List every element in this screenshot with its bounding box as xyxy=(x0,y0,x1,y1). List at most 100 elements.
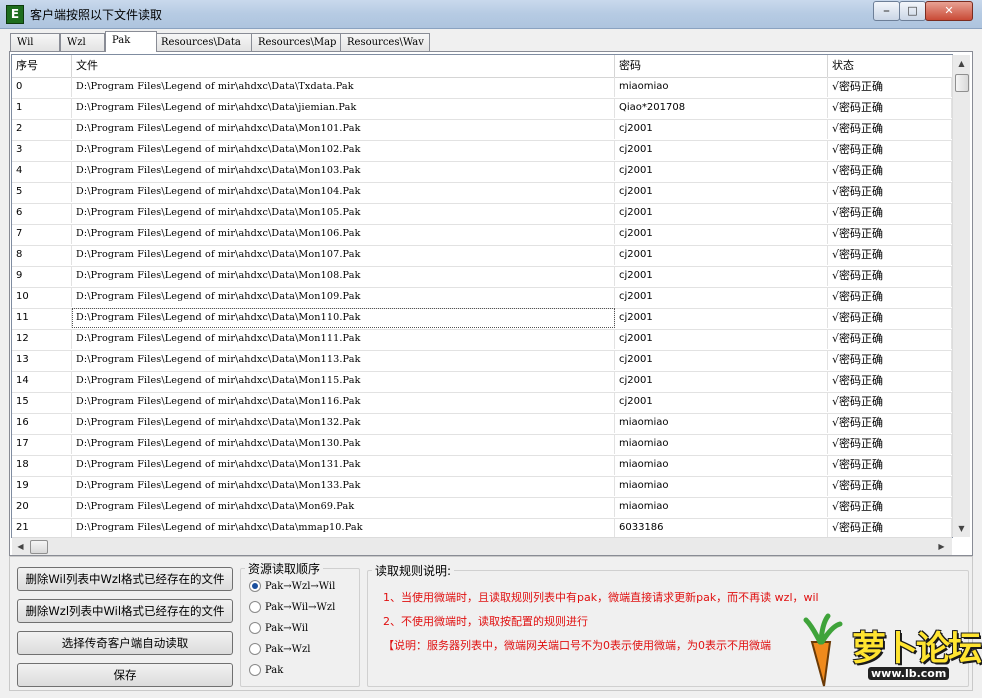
row-status: √密码正确 xyxy=(828,413,952,433)
row-file-path: D:\Program Files\Legend of mir\ahdxc\Dat… xyxy=(72,266,615,286)
table-row[interactable]: 5 D:\Program Files\Legend of mir\ahdxc\Da… xyxy=(12,182,952,204)
scroll-right-icon[interactable]: ▶ xyxy=(933,538,950,555)
table-row[interactable]: 9 D:\Program Files\Legend of mir\ahdxc\Da… xyxy=(12,266,952,288)
tab-resources-map[interactable]: Resources\Map xyxy=(251,33,342,51)
row-index: 10 xyxy=(12,287,72,307)
watermark-url: www.lb.com xyxy=(868,667,950,680)
read-order-radio[interactable]: Pak xyxy=(249,663,283,678)
scroll-left-icon[interactable]: ◀ xyxy=(12,538,29,555)
row-file-path: D:\Program Files\Legend of mir\ahdxc\Dat… xyxy=(72,182,615,202)
row-index: 1 xyxy=(12,98,72,118)
read-order-radio[interactable]: Pak→Wzl xyxy=(249,642,310,657)
vertical-scroll-thumb[interactable] xyxy=(955,74,969,92)
file-table[interactable]: 序号 文件 密码 状态 0 D:\Program Files\Legend of … xyxy=(11,54,953,538)
row-status: √密码正确 xyxy=(828,161,952,181)
column-header-status[interactable]: 状态 xyxy=(828,55,952,77)
horizontal-scroll-thumb[interactable] xyxy=(30,540,48,554)
row-file-path: D:\Program Files\Legend of mir\ahdxc\Dat… xyxy=(72,287,615,307)
row-password: miaomiao xyxy=(615,455,828,475)
radio-dot-icon[interactable] xyxy=(249,579,261,592)
row-file-path: D:\Program Files\Legend of mir\ahdxc\Dat… xyxy=(72,476,615,496)
table-row[interactable]: 16 D:\Program Files\Legend of mir\ahdxc\D… xyxy=(12,413,952,435)
radio-dot-icon[interactable] xyxy=(249,663,261,676)
radio-label: Pak→Wil→Wzl xyxy=(265,602,336,613)
table-row[interactable]: 6 D:\Program Files\Legend of mir\ahdxc\Da… xyxy=(12,203,952,225)
maximize-button[interactable]: □ xyxy=(899,1,926,21)
table-row[interactable]: 19 D:\Program Files\Legend of mir\ahdxc\D… xyxy=(12,476,952,498)
table-row[interactable]: 1 D:\Program Files\Legend of mir\ahdxc\Da… xyxy=(12,98,952,120)
table-row[interactable]: 0 D:\Program Files\Legend of mir\ahdxc\Da… xyxy=(12,77,952,99)
scroll-down-icon[interactable]: ▼ xyxy=(953,520,970,537)
row-file-path: D:\Program Files\Legend of mir\ahdxc\Dat… xyxy=(72,413,615,433)
row-index: 3 xyxy=(12,140,72,160)
save-button[interactable]: 保存 xyxy=(17,663,233,687)
row-password: cj2001 xyxy=(615,161,828,181)
row-index: 13 xyxy=(12,350,72,370)
close-button[interactable]: ✕ xyxy=(925,1,973,21)
row-file-path: D:\Program Files\Legend of mir\ahdxc\Dat… xyxy=(72,98,615,118)
title-bar: E 客户端按照以下文件读取 ⎯ □ ✕ xyxy=(0,0,982,29)
minimize-button[interactable]: ⎯ xyxy=(873,1,900,21)
table-row[interactable]: 4 D:\Program Files\Legend of mir\ahdxc\Da… xyxy=(12,161,952,183)
read-order-radio[interactable]: Pak→Wzl→Wil xyxy=(249,579,335,594)
row-index: 8 xyxy=(12,245,72,265)
row-index: 15 xyxy=(12,392,72,412)
row-password: cj2001 xyxy=(615,266,828,286)
rule-line-2: 2、不使用微端时，读取按配置的规则进行 xyxy=(383,615,588,628)
window-title: 客户端按照以下文件读取 xyxy=(30,8,163,22)
table-row[interactable]: 2 D:\Program Files\Legend of mir\ahdxc\Da… xyxy=(12,119,952,141)
table-row[interactable]: 10 D:\Program Files\Legend of mir\ahdxc\D… xyxy=(12,287,952,309)
row-index: 6 xyxy=(12,203,72,223)
radio-dot-icon[interactable] xyxy=(249,600,261,613)
tab-pak[interactable]: Pak xyxy=(105,31,157,52)
auto-read-client-button[interactable]: 选择传奇客户端自动读取 xyxy=(17,631,233,655)
table-row[interactable]: 21 D:\Program Files\Legend of mir\ahdxc\D… xyxy=(12,518,952,537)
watermark-text: 萝卜论坛 xyxy=(852,629,982,669)
column-header-file[interactable]: 文件 xyxy=(72,55,615,77)
table-row[interactable]: 13 D:\Program Files\Legend of mir\ahdxc\D… xyxy=(12,350,952,372)
tab-content-panel: 序号 文件 密码 状态 0 D:\Program Files\Legend of … xyxy=(9,51,973,556)
horizontal-scrollbar[interactable]: ◀ ▶ xyxy=(12,537,952,555)
row-password: miaomiao xyxy=(615,434,828,454)
tab-wil[interactable]: Wil xyxy=(10,33,60,51)
delete-wzl-in-wil-button[interactable]: 删除Wil列表中Wzl格式已经存在的文件 xyxy=(17,567,233,591)
row-password: cj2001 xyxy=(615,245,828,265)
table-row[interactable]: 17 D:\Program Files\Legend of mir\ahdxc\D… xyxy=(12,434,952,456)
row-index: 0 xyxy=(12,77,72,97)
row-status: √密码正确 xyxy=(828,182,952,202)
row-status: √密码正确 xyxy=(828,224,952,244)
table-row[interactable]: 7 D:\Program Files\Legend of mir\ahdxc\Da… xyxy=(12,224,952,246)
table-row[interactable]: 18 D:\Program Files\Legend of mir\ahdxc\D… xyxy=(12,455,952,477)
rule-line-1: 1、当使用微端时，且读取规则列表中有pak，微端直接请求更新pak，而不再读 w… xyxy=(383,591,819,604)
row-status: √密码正确 xyxy=(828,518,952,537)
row-password: cj2001 xyxy=(615,182,828,202)
row-password: cj2001 xyxy=(615,350,828,370)
scroll-up-icon[interactable]: ▲ xyxy=(953,55,970,72)
table-row[interactable]: 8 D:\Program Files\Legend of mir\ahdxc\Da… xyxy=(12,245,952,267)
column-header-index[interactable]: 序号 xyxy=(12,55,72,77)
vertical-scrollbar[interactable]: ▲ ▼ xyxy=(952,55,970,537)
radio-dot-icon[interactable] xyxy=(249,621,261,634)
row-status: √密码正确 xyxy=(828,476,952,496)
row-password: cj2001 xyxy=(615,119,828,139)
row-index: 14 xyxy=(12,371,72,391)
tab-resources-wav[interactable]: Resources\Wav xyxy=(340,33,430,51)
table-row[interactable]: 11 D:\Program Files\Legend of mir\ahdxc\D… xyxy=(12,308,952,330)
row-index: 21 xyxy=(12,518,72,537)
table-row[interactable]: 15 D:\Program Files\Legend of mir\ahdxc\D… xyxy=(12,392,952,414)
delete-wil-in-wzl-button[interactable]: 删除Wzl列表中Wil格式已经存在的文件 xyxy=(17,599,233,623)
table-row[interactable]: 12 D:\Program Files\Legend of mir\ahdxc\D… xyxy=(12,329,952,351)
row-file-path: D:\Program Files\Legend of mir\ahdxc\Dat… xyxy=(72,245,615,265)
table-row[interactable]: 3 D:\Program Files\Legend of mir\ahdxc\Da… xyxy=(12,140,952,162)
column-header-password[interactable]: 密码 xyxy=(615,55,828,77)
tab-resources-data[interactable]: Resources\Data xyxy=(154,33,252,51)
read-order-radio[interactable]: Pak→Wil xyxy=(249,621,308,636)
radio-dot-icon[interactable] xyxy=(249,642,261,655)
tab-wzl[interactable]: Wzl xyxy=(60,33,105,51)
row-file-path: D:\Program Files\Legend of mir\ahdxc\Dat… xyxy=(72,497,615,517)
row-status: √密码正确 xyxy=(828,203,952,223)
read-order-radio[interactable]: Pak→Wil→Wzl xyxy=(249,600,336,615)
row-file-path: D:\Program Files\Legend of mir\ahdxc\Dat… xyxy=(72,308,615,328)
table-row[interactable]: 14 D:\Program Files\Legend of mir\ahdxc\D… xyxy=(12,371,952,393)
table-row[interactable]: 20 D:\Program Files\Legend of mir\ahdxc\D… xyxy=(12,497,952,519)
